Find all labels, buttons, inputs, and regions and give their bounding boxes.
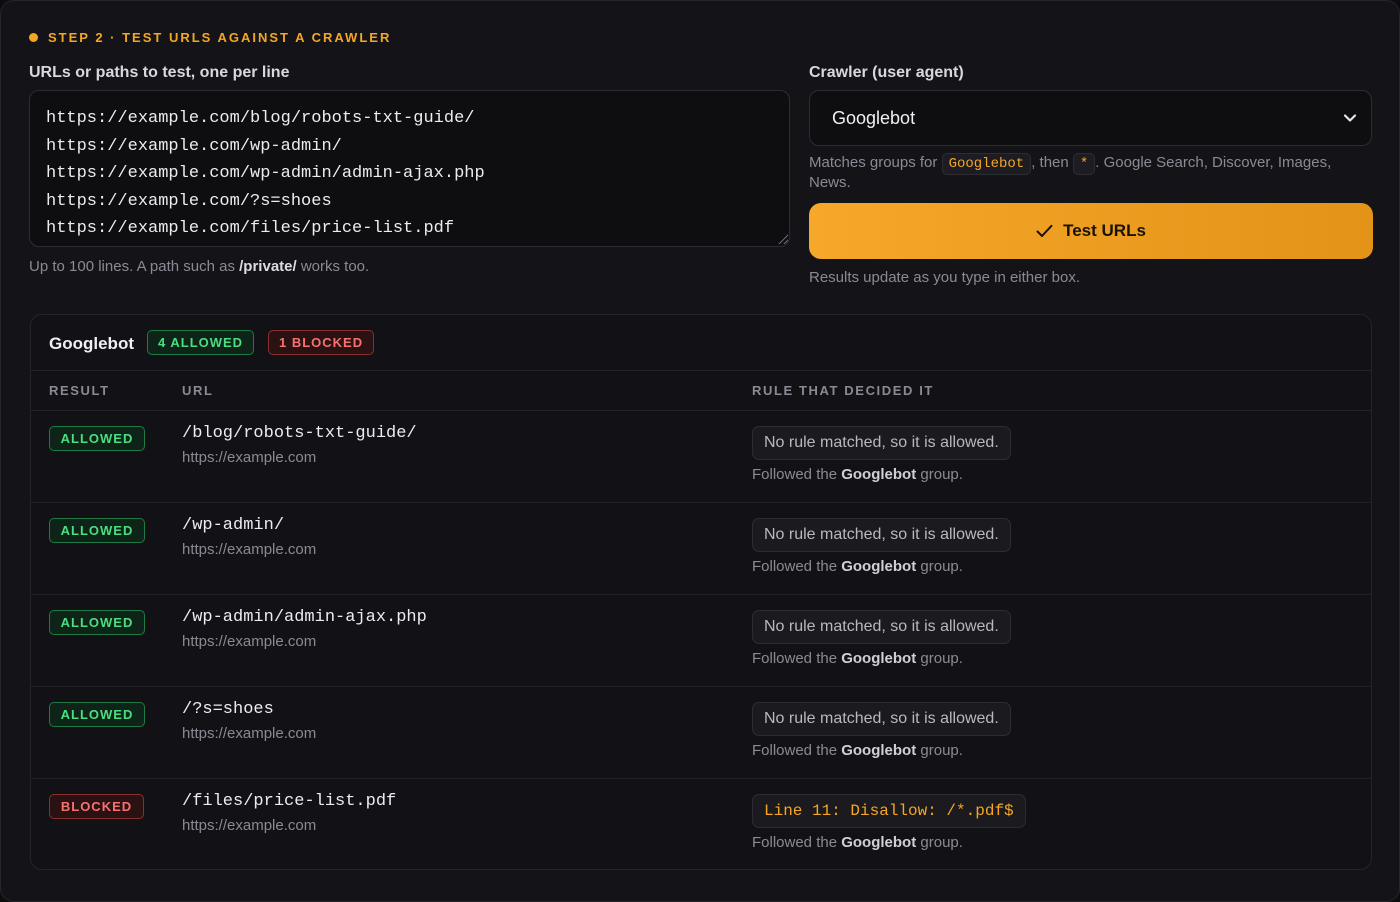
rule-chip: Line 11: Disallow: /*.pdf$ [752,794,1026,828]
check-icon [1036,224,1053,237]
followed-group-note: Followed the Googlebot group. [752,834,963,851]
match-middle: , then [1031,154,1073,171]
followed-suffix: group. [916,466,963,483]
followed-group-note: Followed the Googlebot group. [752,466,963,483]
results-card: Googlebot 4 ALLOWED 1 BLOCKED RESULT URL… [30,314,1372,870]
url-host: https://example.com [182,725,317,742]
urls-input[interactable] [29,90,790,247]
urls-hint-suffix: works too. [296,258,370,275]
match-wildcard-chip: * [1072,153,1096,175]
table-row: ALLOWED /wp-admin/ https://example.com N… [31,503,1371,595]
url-path: /wp-admin/ [182,516,285,535]
followed-group: Googlebot [841,650,917,667]
column-url: URL [182,383,214,398]
table-row: BLOCKED /files/price-list.pdf https://ex… [31,779,1371,869]
match-agent-chip: Googlebot [941,153,1032,175]
crawler-selected-value: Googlebot [832,107,916,128]
table-row: ALLOWED /blog/robots-txt-guide/ https://… [31,411,1371,503]
followed-suffix: group. [916,834,963,851]
followed-suffix: group. [916,558,963,575]
crawler-match-note: Matches groups for Googlebot, then *. Go… [809,153,1369,191]
match-prefix: Matches groups for [809,154,942,171]
rule-chip: No rule matched, so it is allowed. [752,610,1011,644]
url-tester-panel: STEP 2 · TEST URLS AGAINST A CRAWLER URL… [0,0,1400,902]
results-header: Googlebot 4 ALLOWED 1 BLOCKED [31,315,1371,371]
table-row: ALLOWED /?s=shoes https://example.com No… [31,687,1371,779]
status-badge: ALLOWED [49,426,145,451]
followed-prefix: Followed the [752,742,842,759]
results-title: Googlebot [49,334,134,353]
followed-group: Googlebot [841,466,917,483]
urls-label: URLs or paths to test, one per line [29,64,290,81]
url-host: https://example.com [182,817,317,834]
url-host: https://example.com [182,541,317,558]
status-badge: BLOCKED [49,794,144,819]
crawler-select[interactable]: Googlebot [809,90,1372,146]
followed-suffix: group. [916,742,963,759]
followed-group: Googlebot [841,834,917,851]
followed-prefix: Followed the [752,558,842,575]
step-heading: STEP 2 · TEST URLS AGAINST A CRAWLER [29,30,391,45]
resize-handle[interactable] [777,233,788,244]
dot-icon [29,33,38,42]
url-path: /files/price-list.pdf [182,792,397,811]
chevron-down-icon [1343,114,1357,122]
table-row: ALLOWED /wp-admin/admin-ajax.php https:/… [31,595,1371,687]
followed-prefix: Followed the [752,834,842,851]
status-badge: ALLOWED [49,518,145,543]
column-rule: RULE THAT DECIDED IT [752,383,934,398]
rule-chip: No rule matched, so it is allowed. [752,426,1011,460]
followed-group-note: Followed the Googlebot group. [752,650,963,667]
urls-hint-text: Up to 100 lines. A path such as [29,258,240,275]
url-host: https://example.com [182,449,317,466]
urls-hint-example: /private/ [239,258,297,275]
followed-group: Googlebot [841,558,917,575]
blocked-count-badge: 1 BLOCKED [268,330,375,355]
url-host: https://example.com [182,633,317,650]
results-column-headers: RESULT URL RULE THAT DECIDED IT [31,371,1371,411]
test-urls-button[interactable]: Test URLs [809,203,1373,259]
rule-chip: No rule matched, so it is allowed. [752,518,1011,552]
followed-suffix: group. [916,650,963,667]
followed-group-note: Followed the Googlebot group. [752,742,963,759]
url-path: /blog/robots-txt-guide/ [182,424,417,443]
status-badge: ALLOWED [49,610,145,635]
url-path: /?s=shoes [182,700,274,719]
followed-group: Googlebot [841,742,917,759]
step-label: STEP 2 · TEST URLS AGAINST A CRAWLER [48,30,392,45]
status-badge: ALLOWED [49,702,145,727]
followed-prefix: Followed the [752,650,842,667]
allowed-count-badge: 4 ALLOWED [147,330,255,355]
rule-chip: No rule matched, so it is allowed. [752,702,1011,736]
followed-prefix: Followed the [752,466,842,483]
url-path: /wp-admin/admin-ajax.php [182,608,427,627]
update-note: Results update as you type in either box… [809,269,1080,286]
urls-hint: Up to 100 lines. A path such as /private… [29,258,369,275]
test-urls-label: Test URLs [1063,221,1146,240]
crawler-label: Crawler (user agent) [809,64,964,81]
column-result: RESULT [49,383,110,398]
followed-group-note: Followed the Googlebot group. [752,558,963,575]
